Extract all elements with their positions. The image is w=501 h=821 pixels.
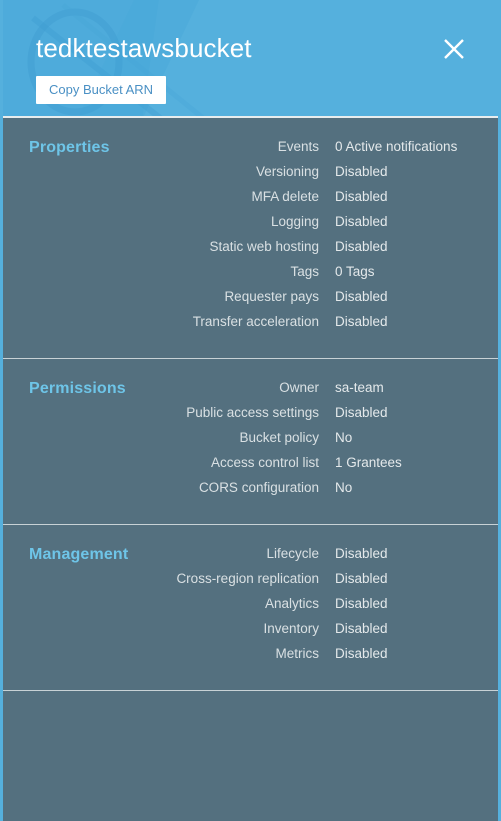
property-row: Cross-region replication Disabled <box>3 566 498 591</box>
property-label: Transfer acceleration <box>192 314 319 329</box>
property-value: Disabled <box>335 214 388 229</box>
property-row: Metrics Disabled <box>3 641 498 666</box>
property-value: Disabled <box>335 571 388 586</box>
property-label: Metrics <box>275 646 320 661</box>
property-value: 0 Tags <box>335 264 375 279</box>
section-properties: Properties Events 0 Active notifications Ve… <box>3 118 498 359</box>
property-value: Disabled <box>335 164 388 179</box>
property-row: Logging Disabled <box>3 209 498 234</box>
property-row: Inventory Disabled <box>3 616 498 641</box>
property-row: Tags 0 Tags <box>3 259 498 284</box>
sections-container: Properties Events 0 Active notifications Ve… <box>3 118 498 691</box>
property-label: Static web hosting <box>209 239 319 254</box>
property-value: No <box>335 430 353 445</box>
section-management: Management Lifecycle Disabled Cross-region … <box>3 525 498 691</box>
property-row: Public access settings Disabled <box>3 400 498 425</box>
property-value: Disabled <box>335 405 388 420</box>
property-label: MFA delete <box>251 189 319 204</box>
property-row: Static web hosting Disabled <box>3 234 498 259</box>
property-list: Events 0 Active notifications Versioning Di… <box>3 134 498 334</box>
property-value: Disabled <box>335 314 388 329</box>
property-label: Logging <box>270 214 319 229</box>
close-button[interactable] <box>437 32 471 66</box>
property-value: Disabled <box>335 646 388 661</box>
bucket-overview-panel: tedktestawsbucket Copy Bucket ARN Proper… <box>0 0 501 821</box>
property-label: Versioning <box>255 164 319 179</box>
property-row: CORS configuration No <box>3 475 498 500</box>
section-permissions: Permissions Owner sa-team Public access set… <box>3 359 498 525</box>
property-row: Bucket policy No <box>3 425 498 450</box>
property-row: Transfer acceleration Disabled <box>3 309 498 334</box>
property-value: Disabled <box>335 189 388 204</box>
property-value: Disabled <box>335 239 388 254</box>
property-value: Disabled <box>335 546 388 561</box>
property-row: Access control list 1 Grantees <box>3 450 498 475</box>
property-label: CORS configuration <box>198 480 319 495</box>
section-title: Permissions <box>29 380 126 397</box>
property-row: Requester pays Disabled <box>3 284 498 309</box>
property-value: 0 Active notifications <box>335 139 458 154</box>
property-row: Analytics Disabled <box>3 591 498 616</box>
property-label: Cross-region replication <box>176 571 319 586</box>
copy-bucket-arn-button[interactable]: Copy Bucket ARN <box>36 76 167 104</box>
property-label: Tags <box>290 264 319 279</box>
section-title: Management <box>29 546 129 563</box>
property-label: Inventory <box>263 621 319 636</box>
property-row: MFA delete Disabled <box>3 184 498 209</box>
property-label: Analytics <box>264 596 319 611</box>
property-label: Requester pays <box>224 289 319 304</box>
property-label: Access control list <box>210 455 319 470</box>
bucket-name-title: tedktestawsbucket <box>36 33 252 63</box>
close-icon <box>444 39 464 59</box>
empty-section <box>3 691 498 821</box>
property-row: Versioning Disabled <box>3 159 498 184</box>
property-value: Disabled <box>335 596 388 611</box>
property-label: Bucket policy <box>239 430 319 445</box>
property-value: 1 Grantees <box>335 455 402 470</box>
panel-header: tedktestawsbucket Copy Bucket ARN <box>3 0 498 118</box>
property-label: Public access settings <box>186 405 319 420</box>
property-value: sa-team <box>335 380 384 395</box>
property-value: Disabled <box>335 289 388 304</box>
header-content: tedktestawsbucket Copy Bucket ARN <box>3 0 498 104</box>
section-title: Properties <box>29 139 110 156</box>
property-value: No <box>335 480 353 495</box>
property-value: Disabled <box>335 621 388 636</box>
